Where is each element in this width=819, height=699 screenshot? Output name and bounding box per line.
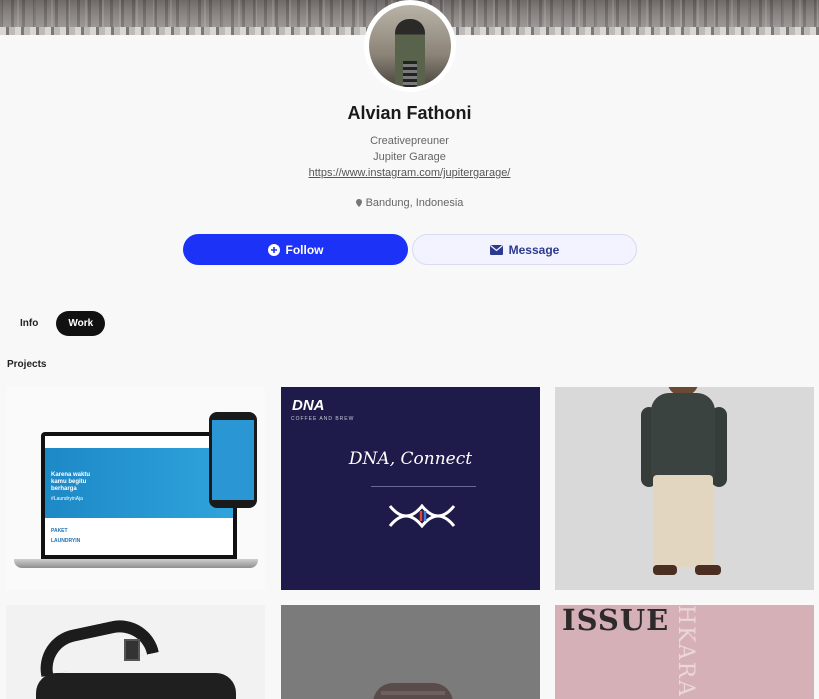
project-card-shoes[interactable] [281,605,540,699]
envelope-icon [489,244,503,255]
phone-mockup [209,412,257,508]
follow-button[interactable]: Follow [183,234,408,265]
project-card-fashion[interactable] [555,387,814,590]
profile-location: Bandung, Indonesia [0,197,819,209]
tab-info[interactable]: Info [8,311,50,336]
project-text: Karena waktu [51,472,91,478]
profile-name: Alvian Fathoni [347,103,472,123]
dna-helix-icon [388,504,456,528]
follow-label: Follow [285,242,324,257]
location-text: Bandung, Indonesia [365,197,464,209]
project-text: kamu begitu [51,479,87,485]
project-card-magazine[interactable]: ISSUE HKARA [555,605,814,699]
profile-tabs: Info Work [8,311,106,336]
section-title: Projects [7,359,47,370]
project-text: LAUNDRYIN [51,538,81,544]
laptop-mockup: Karena waktu kamu begitu berharga #Laund… [41,432,237,559]
dna-tagline: COFFEE AND BREW [291,416,355,422]
divider [371,486,476,487]
project-text: berharga [51,486,77,492]
plus-circle-icon [267,243,280,256]
profile-role: Creativepreuner [370,135,449,147]
avatar[interactable] [364,0,456,92]
message-button[interactable]: Message [412,234,637,265]
dna-title: DNA, Connect [348,449,473,469]
project-card-bag[interactable] [6,605,265,699]
profile-company: Jupiter Garage [373,151,446,163]
message-label: Message [508,242,560,257]
magazine-title: ISSUE [562,605,670,637]
dna-logo: DNA [292,397,325,414]
profile-link[interactable]: https://www.instagram.com/jupitergarage/ [0,167,819,179]
project-text: PAKET [51,528,68,534]
magazine-vertical-text: HKARA [673,605,698,699]
tab-work[interactable]: Work [56,311,106,336]
project-text: #LaundryinAja [51,496,83,502]
map-pin-icon [355,199,362,207]
laptop-base [14,559,258,568]
project-card-dna[interactable]: DNA COFFEE AND BREW DNA, Connect [281,387,540,590]
project-card-laundryin[interactable]: Karena waktu kamu begitu berharga #Laund… [6,387,265,590]
